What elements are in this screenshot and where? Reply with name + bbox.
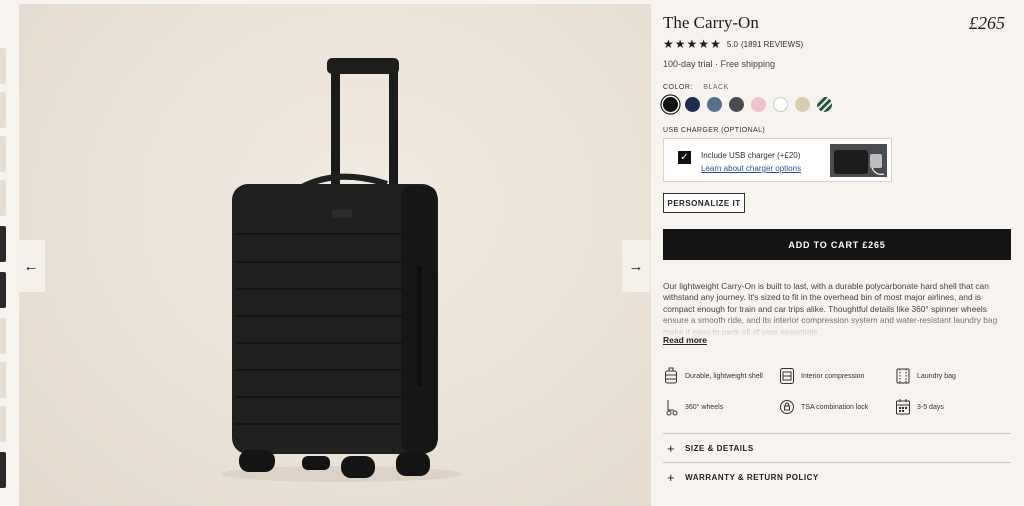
- product-price: £265: [969, 13, 1005, 33]
- product-description: Our lightweight Carry-On is built to las…: [663, 281, 1009, 337]
- star-icon: ★: [698, 37, 710, 51]
- accordion-label: WARRANTY & RETURN POLICY: [685, 472, 819, 482]
- feature-label: Laundry bag: [917, 372, 956, 380]
- product-title: The Carry-On: [663, 13, 759, 32]
- perks-text: 100-day trial · Free shipping: [663, 59, 776, 69]
- add-to-cart-button[interactable]: ADD TO CART £265: [663, 229, 1011, 260]
- previous-image-button[interactable]: ←: [17, 240, 45, 292]
- feature-item: Laundry bag: [895, 367, 956, 385]
- size-details-accordion[interactable]: + SIZE & DETAILS: [663, 433, 1011, 462]
- feature-label: 360° wheels: [685, 403, 724, 411]
- arrow-left-icon: ←: [23, 257, 39, 275]
- suitcase-icon: [663, 367, 679, 385]
- color-swatch[interactable]: [685, 97, 700, 112]
- color-swatches: [663, 97, 832, 112]
- personalize-button[interactable]: PERSONALIZE IT: [663, 193, 745, 213]
- calendar-icon: [895, 398, 911, 416]
- checkmark-icon: ✓: [680, 152, 689, 163]
- color-label-text: COLOR:: [663, 84, 693, 91]
- star-icon: ★: [686, 37, 698, 51]
- star-icon: ★: [663, 37, 674, 51]
- rating-value: 5.0: [726, 39, 738, 49]
- thumbnail[interactable]: [0, 48, 6, 84]
- thumbnail[interactable]: [0, 180, 6, 216]
- read-more-link[interactable]: Read more: [663, 335, 707, 345]
- plus-icon: +: [667, 469, 676, 485]
- suitcase-illustration: [221, 58, 461, 482]
- color-swatch[interactable]: [817, 97, 832, 112]
- thumbnail[interactable]: [0, 452, 6, 488]
- accordion-label: SIZE & DETAILS: [685, 443, 754, 453]
- wheels-icon: [663, 398, 679, 416]
- color-swatch[interactable]: [773, 97, 788, 112]
- compression-icon: [779, 367, 795, 385]
- next-image-button[interactable]: →: [622, 240, 650, 292]
- color-swatch[interactable]: [751, 97, 766, 112]
- color-swatch[interactable]: [707, 97, 722, 112]
- usb-charger-image: [830, 144, 887, 177]
- thumbnail[interactable]: [0, 318, 6, 354]
- thumbnail[interactable]: [0, 136, 6, 172]
- color-swatch[interactable]: [663, 97, 678, 112]
- product-details-panel: The Carry-On £265 ★ ★ ★ ★ ★ 5.0 (1891 REVIEW…: [663, 0, 1013, 506]
- star-icon: ★: [674, 37, 686, 51]
- lock-icon: [779, 398, 795, 416]
- usb-charger-option: ✓ Include USB charger (+£20) Learn about…: [663, 138, 892, 182]
- color-swatch[interactable]: [729, 97, 744, 112]
- thumbnail-strip: [0, 0, 8, 506]
- review-count: (1891 REVIEWS): [740, 39, 804, 49]
- color-label: COLOR: BLACK: [663, 84, 729, 91]
- plus-icon: +: [667, 440, 676, 456]
- rating[interactable]: ★ ★ ★ ★ ★ 5.0 (1891 REVIEWS): [663, 38, 803, 50]
- feature-label: TSA combination lock: [801, 403, 869, 411]
- feature-label: 3-5 days: [917, 403, 944, 411]
- feature-label: Durable, lightweight shell: [685, 372, 763, 380]
- arrow-right-icon: →: [628, 257, 644, 275]
- thumbnail[interactable]: [0, 406, 6, 442]
- laundry-bag-icon: [895, 367, 911, 385]
- selected-color-name: BLACK: [703, 84, 729, 91]
- thumbnail[interactable]: [0, 272, 6, 308]
- feature-item: Durable, lightweight shell: [663, 367, 763, 385]
- feature-item: TSA combination lock: [779, 398, 868, 416]
- usb-charger-label: USB CHARGER (OPTIONAL): [663, 127, 766, 134]
- usb-charger-checkbox-label: Include USB charger (+£20): [701, 151, 801, 160]
- product-page: ← → The Carry-On £265 ★ ★ ★ ★ ★ 5.0 (1891 RE…: [0, 0, 1024, 506]
- color-swatch[interactable]: [795, 97, 810, 112]
- feature-item: 360° wheels: [663, 398, 723, 416]
- feature-item: 3-5 days: [895, 398, 944, 416]
- feature-item: Interior compression: [779, 367, 864, 385]
- thumbnail[interactable]: [0, 362, 6, 398]
- thumbnail[interactable]: [0, 92, 6, 128]
- warranty-accordion[interactable]: + WARRANTY & RETURN POLICY: [663, 462, 1011, 491]
- product-image: [19, 4, 651, 506]
- charger-options-link[interactable]: Learn about charger options: [701, 164, 801, 173]
- feature-label: Interior compression: [801, 372, 865, 380]
- star-icon: ★: [710, 37, 721, 51]
- thumbnail-selected[interactable]: [0, 226, 6, 262]
- star-rating: ★ ★ ★ ★ ★: [663, 38, 721, 50]
- usb-charger-checkbox[interactable]: ✓: [678, 151, 691, 164]
